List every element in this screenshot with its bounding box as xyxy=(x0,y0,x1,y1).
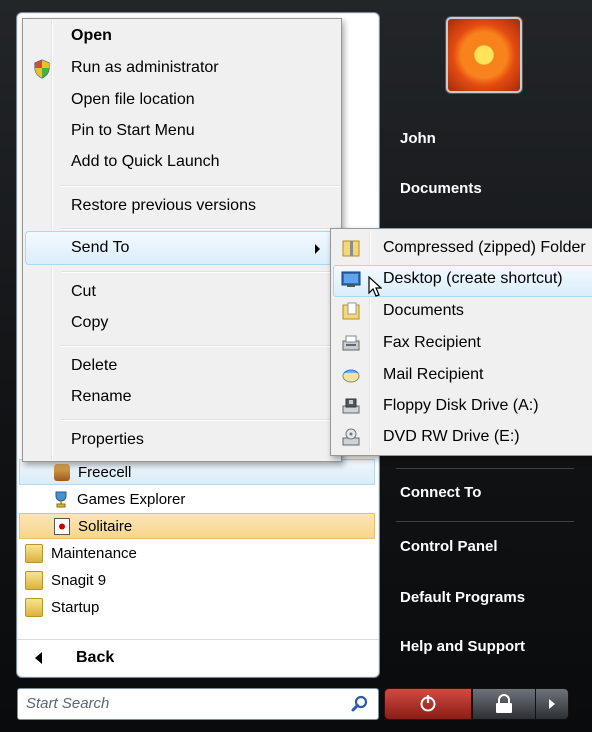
send-to-desktop[interactable]: Desktop (create shortcut) xyxy=(383,270,563,288)
start-search-input[interactable]: Start Search xyxy=(17,688,379,720)
back-arrow-icon xyxy=(35,652,42,664)
menu-separator xyxy=(61,228,339,230)
start-menu: John Documents Connect To Control Panel … xyxy=(0,0,592,732)
program-label: Solitaire xyxy=(78,517,133,535)
menu-item-properties[interactable]: Properties xyxy=(71,431,144,449)
shield-icon xyxy=(33,59,51,84)
lock-button[interactable] xyxy=(472,688,536,720)
user-picture[interactable] xyxy=(446,17,522,93)
program-startup[interactable]: Startup xyxy=(25,594,99,620)
program-solitaire[interactable]: Solitaire xyxy=(19,513,375,539)
context-menu: Open Run as administrator Open file loca… xyxy=(22,18,342,462)
right-separator xyxy=(396,521,574,522)
right-separator xyxy=(396,468,574,469)
back-button[interactable]: Back xyxy=(17,639,379,676)
menu-item-add-to-quick-launch[interactable]: Add to Quick Launch xyxy=(71,153,220,171)
documents-folder-icon xyxy=(341,301,361,321)
right-item-user[interactable]: John xyxy=(400,130,436,147)
program-label: Snagit 9 xyxy=(51,571,107,589)
floppy-drive-icon xyxy=(341,396,361,416)
menu-item-restore-versions[interactable]: Restore previous versions xyxy=(71,197,256,215)
menu-separator xyxy=(61,185,339,187)
freecell-icon xyxy=(54,463,70,481)
right-item-connect-to[interactable]: Connect To xyxy=(400,484,481,501)
menu-item-cut[interactable]: Cut xyxy=(71,283,96,301)
right-item-documents[interactable]: Documents xyxy=(400,180,482,197)
menu-item-open[interactable]: Open xyxy=(71,27,112,45)
mail-icon xyxy=(341,365,361,385)
desktop-icon xyxy=(341,269,361,289)
menu-item-open-file-location[interactable]: Open file location xyxy=(71,91,195,109)
send-to-submenu: Compressed (zipped) Folder Desktop (crea… xyxy=(330,228,592,456)
power-icon xyxy=(420,695,436,712)
right-item-help-and-support[interactable]: Help and Support xyxy=(400,638,525,655)
zip-folder-icon xyxy=(341,238,361,258)
trophy-icon xyxy=(53,491,69,508)
program-maintenance[interactable]: Maintenance xyxy=(25,540,137,566)
right-item-control-panel[interactable]: Control Panel xyxy=(400,538,498,555)
search-icon[interactable] xyxy=(350,694,370,714)
folder-icon xyxy=(25,597,43,617)
menu-item-run-as-admin[interactable]: Run as administrator xyxy=(71,59,219,77)
right-item-default-programs[interactable]: Default Programs xyxy=(400,589,525,606)
arrow-right-icon xyxy=(549,699,555,709)
fax-icon xyxy=(341,333,361,353)
folder-icon xyxy=(25,543,43,563)
program-label: Maintenance xyxy=(51,544,137,562)
menu-separator xyxy=(61,345,339,347)
send-to-documents[interactable]: Documents xyxy=(383,302,464,320)
solitaire-icon xyxy=(54,517,70,535)
dvd-drive-icon xyxy=(341,427,361,447)
menu-item-pin-to-start[interactable]: Pin to Start Menu xyxy=(71,122,195,140)
shutdown-options-button[interactable] xyxy=(535,688,569,720)
send-to-dvd[interactable]: DVD RW Drive (E:) xyxy=(383,428,520,446)
menu-item-copy[interactable]: Copy xyxy=(71,314,108,332)
lock-icon xyxy=(496,694,512,713)
search-placeholder: Start Search xyxy=(26,695,110,712)
program-label: Startup xyxy=(51,598,100,616)
program-snagit[interactable]: Snagit 9 xyxy=(25,567,106,593)
menu-item-delete[interactable]: Delete xyxy=(71,357,117,375)
folder-icon xyxy=(25,570,43,590)
menu-item-send-to[interactable]: Send To xyxy=(71,239,129,257)
power-button[interactable] xyxy=(384,688,472,720)
menu-separator xyxy=(61,419,339,421)
send-to-compressed-folder[interactable]: Compressed (zipped) Folder xyxy=(383,239,586,257)
mouse-cursor-icon xyxy=(368,275,383,303)
menu-item-rename[interactable]: Rename xyxy=(71,388,131,406)
back-label: Back xyxy=(76,649,115,666)
send-to-floppy[interactable]: Floppy Disk Drive (A:) xyxy=(383,397,539,415)
program-freecell[interactable]: Freecell xyxy=(19,459,375,485)
power-buttons xyxy=(384,688,570,720)
send-to-fax[interactable]: Fax Recipient xyxy=(383,334,481,352)
program-label: Freecell xyxy=(78,463,132,481)
menu-separator xyxy=(61,271,339,273)
send-to-mail[interactable]: Mail Recipient xyxy=(383,366,483,384)
program-games-explorer[interactable]: Games Explorer xyxy=(53,486,377,512)
program-label: Games Explorer xyxy=(77,490,186,508)
submenu-arrow-icon xyxy=(315,244,320,254)
